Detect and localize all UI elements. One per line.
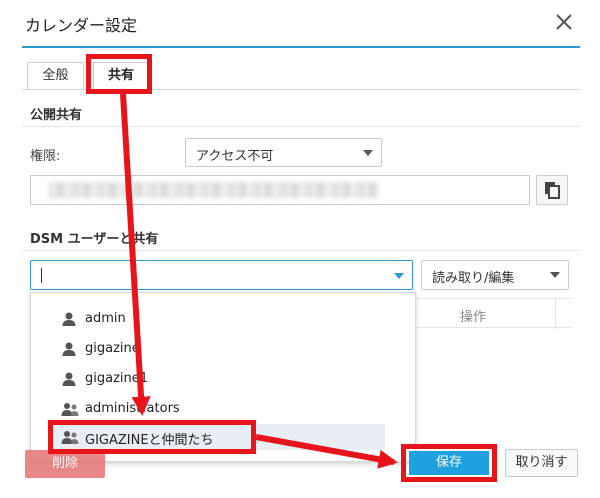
chevron-down-icon	[363, 150, 373, 156]
permission-label: 権限:	[30, 149, 61, 164]
copy-button[interactable]	[536, 175, 568, 205]
dropdown-item-administrators[interactable]: administrators	[49, 396, 385, 422]
column-operation: 操作	[460, 310, 487, 325]
dsm-permission-select[interactable]: 読み取り/編集	[421, 260, 569, 290]
highlight-box-save	[401, 444, 497, 482]
user-search-input[interactable]	[30, 260, 413, 290]
user-icon	[62, 372, 76, 386]
section-divider	[22, 250, 580, 251]
dropdown-item-label: admin	[85, 311, 126, 326]
dsm-share-heading: DSM ユーザーと共有	[30, 232, 159, 247]
dropdown-item-label: gigazine1	[85, 371, 149, 386]
dropdown-item-label: administrators	[85, 401, 180, 416]
dropdown-item-gigazine[interactable]: gigazine	[49, 336, 385, 362]
dialog-titlebar: カレンダー設定	[0, 0, 600, 46]
user-icon	[62, 312, 76, 326]
share-table-header: 操作	[415, 298, 572, 329]
dropdown-item-admin[interactable]: admin	[49, 306, 385, 332]
delete-button[interactable]: 削除	[25, 450, 105, 478]
column-divider	[555, 299, 556, 329]
cancel-button[interactable]: 取り消す	[505, 449, 578, 477]
close-icon[interactable]	[552, 10, 576, 34]
public-permission-select[interactable]: アクセス不可	[185, 138, 382, 167]
public-share-heading: 公開共有	[30, 108, 83, 123]
dropdown-item-label: gigazine	[85, 341, 140, 356]
blurred-url	[49, 182, 379, 198]
tab-general[interactable]: 全般	[27, 62, 84, 90]
highlight-box-group-item	[48, 420, 256, 454]
highlight-box-share-tab	[86, 54, 152, 94]
text-cursor	[41, 268, 42, 283]
dialog-title: カレンダー設定	[25, 16, 138, 35]
dropdown-item-gigazine1[interactable]: gigazine1	[49, 366, 385, 392]
title-divider	[22, 46, 580, 48]
chevron-down-icon	[550, 272, 560, 278]
section-divider	[22, 126, 580, 127]
dsm-permission-value: 読み取り/編集	[432, 271, 515, 286]
user-icon	[62, 342, 76, 356]
public-permission-value: アクセス不可	[196, 149, 274, 164]
copy-icon	[545, 182, 560, 199]
chevron-down-icon[interactable]	[394, 273, 404, 279]
group-icon	[61, 403, 79, 416]
public-url-field[interactable]	[30, 175, 530, 205]
